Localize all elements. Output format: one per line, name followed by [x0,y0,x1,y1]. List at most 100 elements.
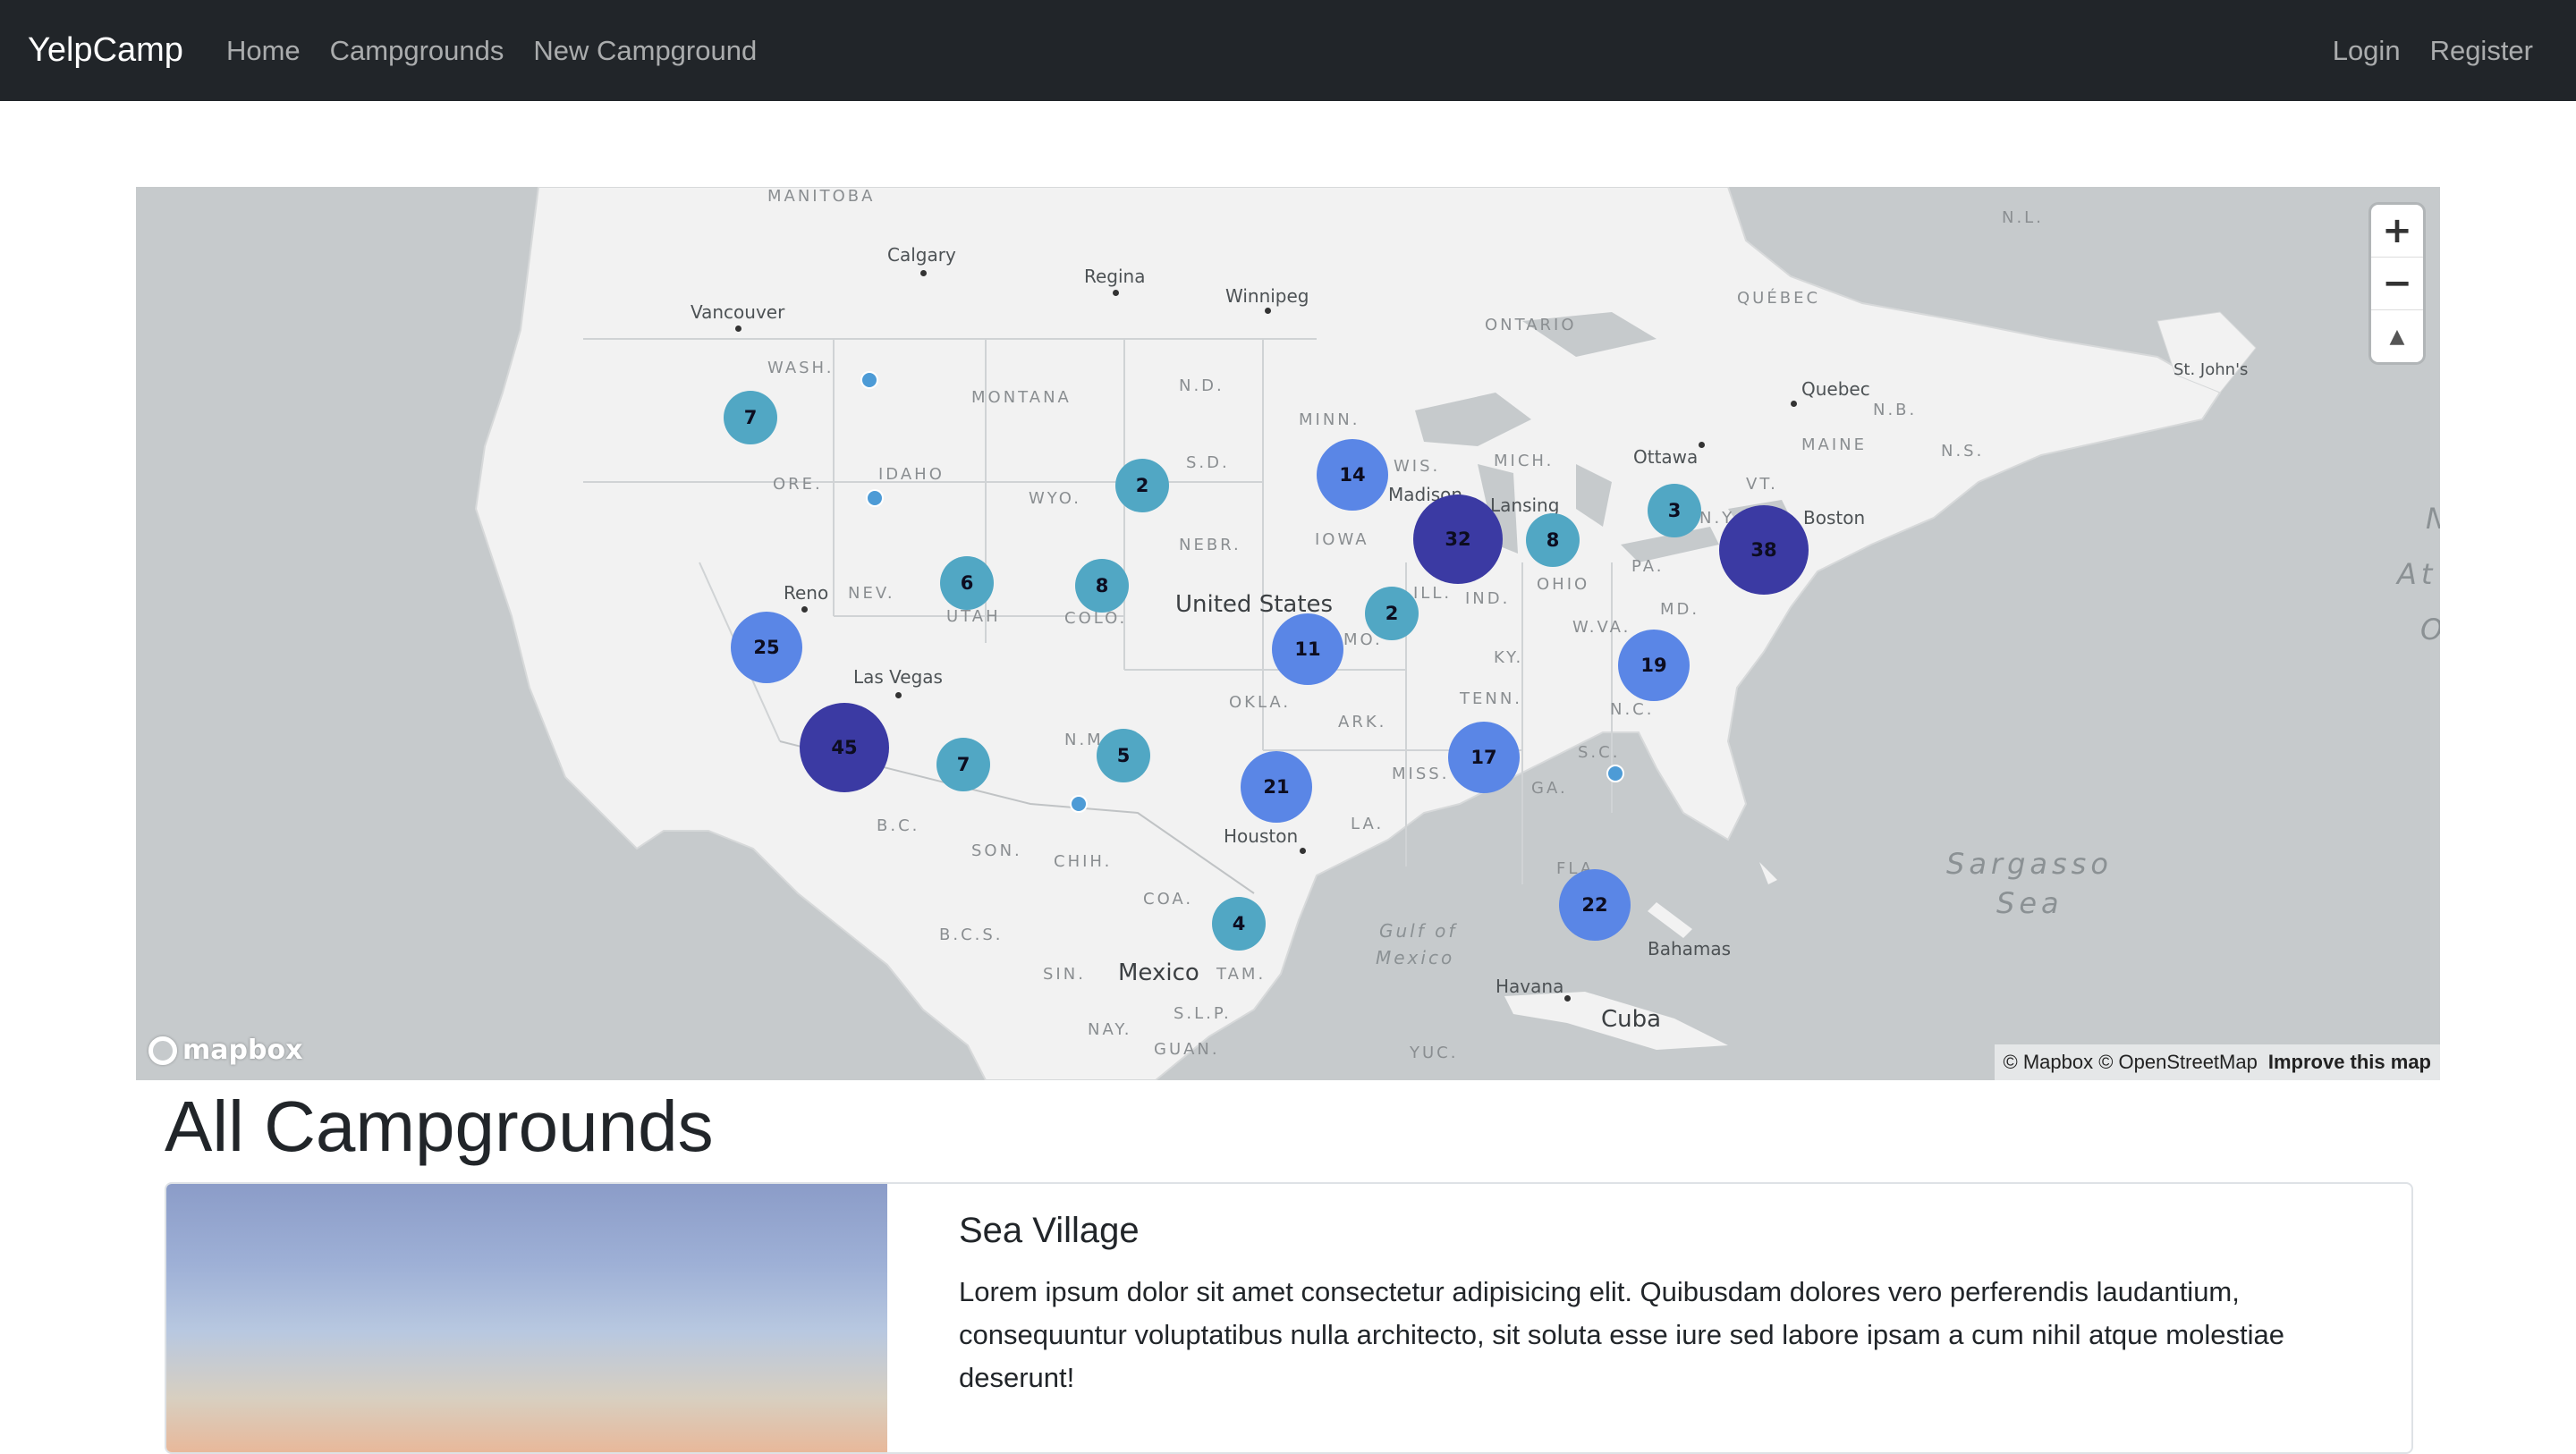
nav-link-new-campground[interactable]: New Campground [533,35,757,67]
map-cluster[interactable]: 17 [1448,722,1520,793]
mapbox-logo[interactable]: mapbox [148,1035,302,1066]
card-body: Sea Village Lorem ipsum dolor sit amet c… [959,1211,2354,1399]
map-country-mexico: Mexico [1118,959,1199,986]
map-label-slp: S.L.P. [1174,1004,1232,1023]
map-cluster[interactable]: 38 [1719,505,1809,595]
map-label-okla: OKLA. [1229,693,1292,712]
map-label-wash: WASH. [767,359,835,377]
zoom-out-button[interactable]: − [2371,258,2423,310]
map-cluster[interactable]: 8 [1526,513,1580,567]
map-label-montana: MONTANA [971,388,1072,407]
map-city-reno: Reno [784,582,829,604]
improve-map-link[interactable]: Improve this map [2268,1051,2431,1074]
map-label-ns: N.S. [1941,442,1985,461]
campground-description: Lorem ipsum dolor sit amet consectetur a… [959,1276,2284,1393]
map-cluster[interactable]: 7 [724,391,777,444]
map-label-nc: N.C. [1610,700,1655,719]
map-label-chih: CHIH. [1054,852,1113,871]
map-label-wyo: WYO. [1029,489,1081,508]
zoom-in-button[interactable]: + [2371,205,2423,258]
map-city-houston: Houston [1224,825,1299,847]
map-cluster[interactable]: 2 [1365,587,1419,640]
map-sea-n: N [2426,502,2440,536]
map-label-maine: MAINE [1801,435,1867,454]
map-city-dot [735,325,741,332]
map-city-dot [1113,290,1119,296]
map-cluster[interactable]: 8 [1075,559,1129,613]
navbar: YelpCamp Home Campgrounds New Campground… [0,0,2576,101]
map-label-ga: GA. [1531,779,1568,798]
map-cluster[interactable]: 2 [1115,459,1169,512]
campground-title: Sea Village [959,1211,1140,1250]
brand-logo[interactable]: YelpCamp [28,31,183,70]
campground-card: Sea Village Lorem ipsum dolor sit amet c… [165,1182,2413,1454]
map-city-las-vegas: Las Vegas [853,666,943,688]
nav-link-register[interactable]: Register [2430,35,2533,67]
map-point[interactable] [866,489,884,507]
map-city-st-johns: St. John's [2174,360,2249,379]
map-sea-o: O [2420,613,2440,647]
map-label-vt: VT. [1746,475,1778,494]
map-label-wva: W.VA. [1572,618,1631,637]
map-label-tam: TAM. [1216,965,1267,984]
map-cluster[interactable]: 32 [1413,495,1503,584]
map-label-guan: GUAN. [1154,1040,1220,1059]
nav-link-home[interactable]: Home [226,35,301,67]
map-label-ky: KY. [1494,648,1524,667]
map-label-ohio: OHIO [1537,575,1590,594]
map-label-nd: N.D. [1179,376,1224,395]
map-label-minn: MINN. [1299,410,1360,429]
map-city-winnipeg: Winnipeg [1225,285,1309,307]
map-label-utah: UTAH [946,607,1001,626]
map-cluster[interactable]: 22 [1559,869,1631,941]
map-label-quebec: QUÉBEC [1737,289,1821,308]
map-sea-sargasso: Sargasso [1946,847,2113,881]
map-label-sc: S.C. [1578,743,1621,762]
map-label-ark: ARK. [1338,713,1387,731]
map-label-coa: COA. [1143,890,1194,909]
map-city-dot [895,692,902,698]
map-cluster[interactable]: 4 [1212,897,1266,951]
map-city-bahamas: Bahamas [1648,938,1732,959]
map-point[interactable] [1606,765,1624,782]
map-city-dot [1300,848,1306,854]
cluster-map[interactable]: MANITOBA ONTARIO QUÉBEC N.L. N.B. N.S. W… [136,187,2440,1080]
attribution-text[interactable]: © Mapbox © OpenStreetMap [2004,1051,2258,1074]
map-label-pa: PA. [1631,557,1665,576]
campground-image [166,1184,887,1452]
map-label-ontario: ONTARIO [1485,316,1577,334]
map-city-dot [1791,401,1797,407]
map-gulf-label-1: Gulf of [1379,920,1458,942]
map-cluster[interactable]: 25 [731,612,802,683]
map-cluster[interactable]: 19 [1618,630,1690,701]
map-label-son: SON. [971,841,1022,860]
map-city-dot [1564,995,1571,1002]
map-cluster[interactable]: 21 [1241,751,1312,823]
map-label-ore: ORE. [773,475,823,494]
map-city-ottawa: Ottawa [1633,446,1699,468]
map-point[interactable] [1070,795,1088,813]
map-label-md: MD. [1660,600,1700,619]
map-cluster[interactable]: 7 [936,738,990,791]
map-point[interactable] [860,371,878,389]
map-label-nay: NAY. [1088,1020,1132,1039]
map-cluster[interactable]: 45 [800,703,889,792]
map-cluster[interactable]: 5 [1097,729,1150,782]
map-label-wis: WIS. [1394,457,1441,476]
map-attribution: © Mapbox © OpenStreetMap Improve this ma… [1994,1044,2440,1080]
map-cluster[interactable]: 6 [940,556,994,610]
map-label-nebr: NEBR. [1179,536,1241,554]
map-label-idaho: IDAHO [878,465,945,484]
nav-link-login[interactable]: Login [2333,35,2401,67]
map-cluster[interactable]: 14 [1317,439,1388,511]
map-cluster[interactable]: 11 [1272,613,1343,685]
map-navigation-control: + − ▲ [2371,205,2423,362]
nav-link-campgrounds[interactable]: Campgrounds [330,35,504,67]
map-label-iowa: IOWA [1315,530,1369,549]
compass-button[interactable]: ▲ [2371,310,2423,362]
map-label-yuc: YUC. [1410,1044,1459,1062]
map-label-manitoba: MANITOBA [767,187,876,206]
map-city-dot [801,606,808,613]
map-gulf-label-2: Mexico [1376,947,1455,968]
map-cluster[interactable]: 3 [1648,484,1701,537]
